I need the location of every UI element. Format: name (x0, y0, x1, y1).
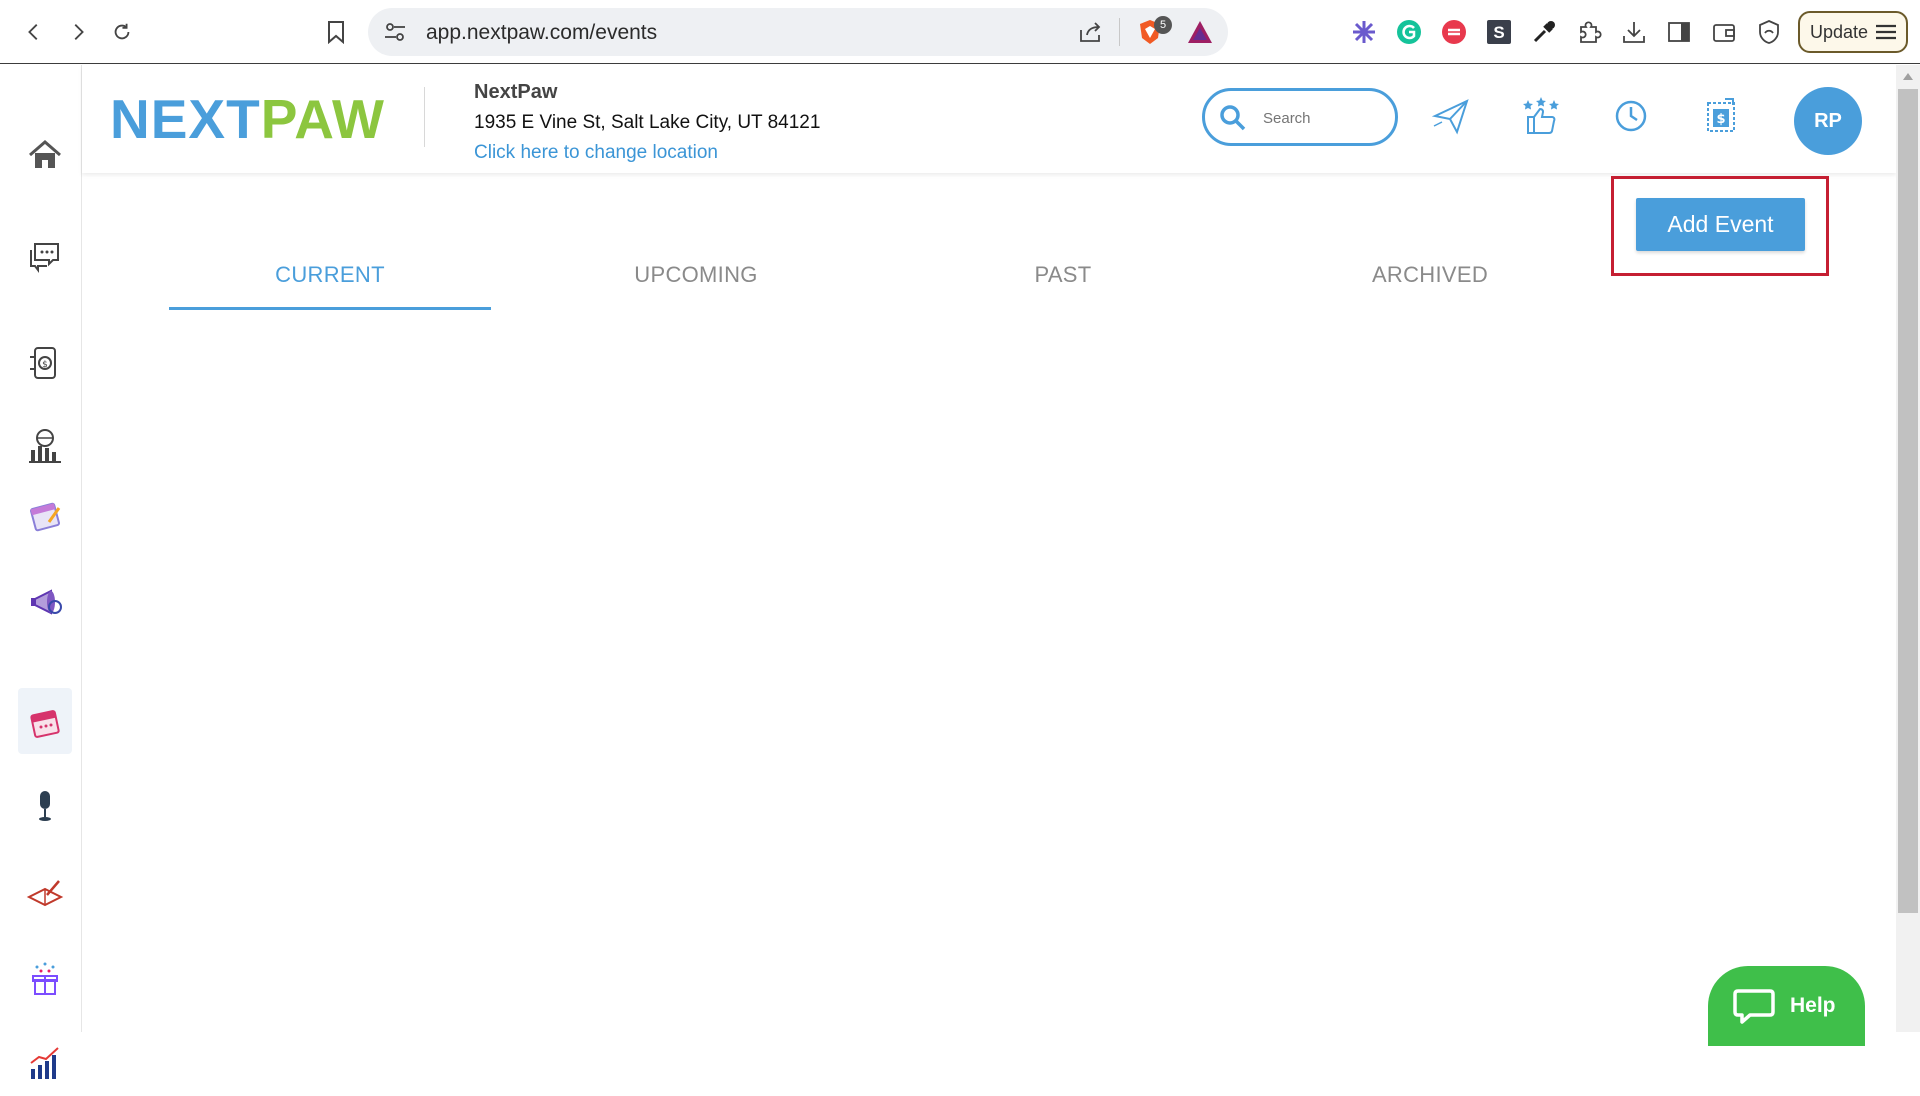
scroll-up-arrow-icon[interactable] (1903, 73, 1913, 80)
browser-toolbar: app.nextpaw.com/events 5 S Update (0, 0, 1920, 64)
sidebar-item-reports[interactable] (18, 1030, 72, 1096)
extensions-puzzle-icon[interactable] (1575, 18, 1603, 46)
chevron-right-icon (74, 24, 84, 40)
thumbs-up-stars-icon (1523, 97, 1559, 134)
sidebar-item-notes[interactable] (18, 860, 72, 926)
app-header: NEXT PAW NextPaw 1935 E Vine St, Salt Lak… (82, 65, 1896, 173)
grammarly-icon[interactable] (1395, 18, 1423, 46)
address-bar[interactable]: app.nextpaw.com/events 5 (368, 8, 1228, 56)
menu-icon (1876, 24, 1896, 40)
update-button[interactable]: Update (1798, 11, 1908, 53)
url-text[interactable]: app.nextpaw.com/events (426, 21, 657, 45)
left-nav-rail: $ (0, 65, 82, 1079)
help-label: Help (1790, 994, 1836, 1017)
download-icon[interactable] (1620, 18, 1648, 46)
bookmark-button[interactable] (318, 14, 354, 50)
user-avatar[interactable]: RP (1794, 87, 1862, 155)
billing-button[interactable]: $ (1698, 93, 1744, 139)
home-icon (29, 140, 61, 168)
svg-text:$: $ (1716, 112, 1725, 127)
logo-next-text: NEXT (110, 88, 261, 150)
red-circle-extension-icon[interactable] (1440, 18, 1468, 46)
sidebar-item-analytics[interactable] (18, 413, 72, 479)
sidebar-toggle-icon[interactable] (1665, 18, 1693, 46)
reviews-button[interactable] (1518, 93, 1564, 139)
add-event-button[interactable]: Add Event (1636, 198, 1805, 251)
calendar-pencil-icon (30, 502, 61, 532)
reload-button[interactable] (104, 14, 140, 50)
business-name: NextPaw (474, 81, 558, 103)
growth-chart-icon (30, 1047, 59, 1079)
update-label: Update (1810, 21, 1869, 42)
tab-archived[interactable]: ARCHIVED (1269, 254, 1591, 310)
brave-rewards-icon[interactable] (1186, 19, 1214, 45)
search-box[interactable] (1202, 88, 1398, 146)
forward-button[interactable] (60, 14, 96, 50)
back-button[interactable] (16, 14, 52, 50)
microphone-icon (39, 791, 51, 821)
event-tabs: CURRENT UPCOMING PAST ARCHIVED (169, 254, 1639, 310)
tab-past[interactable]: PAST (902, 254, 1224, 310)
scrollbar-thumb[interactable] (1898, 89, 1918, 913)
vpn-shield-icon[interactable] (1755, 18, 1783, 46)
sidebar-item-rewards[interactable] (18, 945, 72, 1011)
gift-box-icon (32, 962, 58, 995)
sidebar-item-messages[interactable] (18, 223, 72, 289)
logo-paw-text: PAW (260, 88, 385, 150)
s-extension-icon[interactable]: S (1485, 18, 1513, 46)
sidebar-item-payments[interactable]: $ (18, 330, 72, 396)
tab-current[interactable]: CURRENT (169, 254, 491, 310)
globe-bar-chart-icon (29, 429, 61, 463)
sidebar-item-microphone[interactable] (18, 773, 72, 839)
help-button[interactable]: Help (1708, 966, 1865, 1046)
svg-text:S: S (1493, 23, 1504, 42)
sidebar-item-calendar[interactable] (18, 483, 72, 549)
mobile-payment-icon: $ (30, 347, 56, 379)
asterisk-extension-icon[interactable] (1350, 18, 1378, 46)
clock-icon (1615, 100, 1647, 132)
wallet-icon[interactable] (1710, 18, 1738, 46)
history-button[interactable] (1608, 93, 1654, 139)
search-icon (1220, 105, 1246, 131)
megaphone-icon (31, 589, 62, 615)
dollar-receipt-icon: $ (1707, 98, 1735, 132)
site-settings-icon[interactable] (384, 22, 406, 42)
chevron-left-icon (28, 24, 38, 40)
chat-bubbles-icon (30, 243, 59, 273)
paper-plane-icon (1431, 99, 1469, 135)
tab-upcoming[interactable]: UPCOMING (535, 254, 857, 310)
send-message-button[interactable] (1428, 93, 1474, 139)
chat-bubble-icon (1733, 989, 1775, 1024)
reload-icon (114, 23, 130, 40)
business-address: 1935 E Vine St, Salt Lake City, UT 84121 (474, 112, 821, 133)
vertical-scrollbar[interactable] (1896, 65, 1920, 1032)
eyedropper-icon[interactable] (1530, 18, 1558, 46)
events-calendar-icon (30, 710, 60, 738)
open-book-pencil-icon (26, 880, 64, 907)
share-icon[interactable] (1078, 20, 1104, 44)
sidebar-item-home[interactable] (18, 122, 72, 188)
address-separator (1119, 18, 1120, 46)
svg-text:$: $ (42, 360, 48, 370)
sidebar-item-marketing[interactable] (18, 570, 72, 636)
nextpaw-logo[interactable]: NEXT PAW (110, 88, 385, 150)
sidebar-item-events[interactable] (18, 688, 72, 754)
search-input[interactable] (1263, 107, 1383, 129)
header-divider (424, 87, 425, 147)
shields-count-badge: 5 (1154, 16, 1172, 34)
bookmark-icon (328, 21, 344, 44)
change-location-link[interactable]: Click here to change location (474, 142, 718, 164)
